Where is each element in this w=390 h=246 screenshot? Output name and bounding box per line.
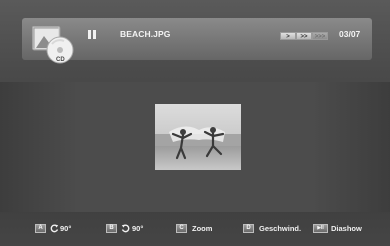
footer-bar: A 90° B 90° C Zoom D Geschwind. ▶II Dias… bbox=[0, 222, 390, 240]
speed-button-1[interactable]: > bbox=[280, 32, 296, 40]
rotate-right-icon bbox=[121, 224, 130, 233]
key-b-button[interactable]: B bbox=[106, 224, 117, 233]
rotate-left-label: 90° bbox=[60, 224, 72, 233]
photo-cd-icon: CD bbox=[32, 26, 76, 66]
file-name: BEACH.JPG bbox=[120, 29, 171, 39]
photo-image bbox=[155, 104, 241, 170]
speed-label: Geschwind. bbox=[259, 224, 302, 233]
rotate-left-icon bbox=[50, 224, 59, 233]
pause-icon bbox=[88, 30, 98, 40]
photo-viewer-screen: CD BEACH.JPG > >> >>> 03/07 A 90° B 90° … bbox=[0, 0, 390, 246]
key-c-button[interactable]: C bbox=[176, 224, 187, 233]
zoom-label: Zoom bbox=[192, 224, 213, 233]
key-d-button[interactable]: D bbox=[243, 224, 254, 233]
cd-label: CD bbox=[56, 57, 65, 63]
photo-counter: 03/07 bbox=[339, 29, 361, 39]
rotate-right-label: 90° bbox=[132, 224, 144, 233]
play-pause-button[interactable]: ▶II bbox=[313, 224, 328, 233]
speed-button-2[interactable]: >> bbox=[296, 32, 312, 40]
slideshow-label: Diashow bbox=[331, 224, 362, 233]
speed-button-3[interactable]: >>> bbox=[312, 32, 328, 40]
key-a-button[interactable]: A bbox=[35, 224, 46, 233]
